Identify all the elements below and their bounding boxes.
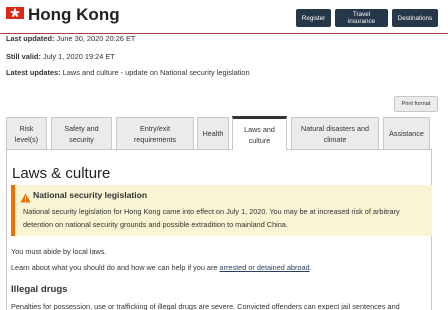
tab-label-line1: Laws and: [244, 124, 275, 134]
alert-box: National security legislation National s…: [11, 185, 432, 236]
tab-assistance[interactable]: Assistance: [383, 117, 430, 149]
still-valid-label: Still valid:: [6, 52, 41, 61]
alert-body: National security legislation for Hong K…: [23, 206, 428, 231]
tab-label-line2: climate: [323, 134, 347, 144]
tab-risk-levels[interactable]: Risk level(s): [6, 117, 47, 149]
latest-updates-value: Laws and culture - update on National se…: [62, 68, 250, 77]
last-updated-value: June 30, 2020 20:26 ET: [56, 34, 136, 43]
section-title: Laws & culture: [12, 165, 111, 182]
latest-updates-label: Latest updates:: [6, 68, 61, 77]
abide-laws-text: You must abide by local laws.: [11, 247, 107, 256]
tab-label: Health: [202, 129, 224, 138]
alert-body-line2: detention on national security grounds a…: [23, 219, 288, 229]
illegal-drugs-heading: Illegal drugs: [11, 284, 68, 295]
last-updated: Last updated: June 30, 2020 20:26 ET: [6, 34, 135, 43]
learn-more-text: Learn about what you should do and how w…: [11, 263, 312, 272]
still-valid-value: July 1, 2020 19:24 ET: [42, 52, 115, 61]
tab-entry-exit[interactable]: Entry/exit requirements: [116, 117, 194, 149]
tab-label-line1: Entry/exit: [140, 123, 170, 133]
tab-label-line1: Safety and: [64, 123, 99, 133]
tab-laws-culture[interactable]: Laws and culture: [232, 116, 287, 150]
hong-kong-flag-icon: [6, 7, 24, 19]
tab-label-line2: requirements: [134, 134, 176, 144]
travel-insurance-button[interactable]: Travel insurance: [335, 9, 388, 27]
still-valid: Still valid: July 1, 2020 19:24 ET: [6, 52, 115, 61]
tab-natural-disasters[interactable]: Natural disasters and climate: [291, 117, 379, 149]
illegal-drugs-text: Penalties for possession, use or traffic…: [11, 302, 400, 310]
print-format-button[interactable]: Print format: [394, 96, 438, 112]
register-button[interactable]: Register: [296, 9, 331, 27]
tab-label-line2: culture: [248, 135, 271, 145]
destinations-button[interactable]: Destinations: [392, 9, 438, 27]
page-header: Hong Kong Register Travel insurance Dest…: [0, 0, 448, 33]
learn-more-prefix: Learn about what you should do and how w…: [11, 263, 220, 272]
tab-label: Assistance: [389, 129, 424, 138]
latest-updates: Latest updates: Laws and culture - updat…: [6, 68, 250, 77]
learn-more-suffix: .: [309, 263, 312, 272]
tab-label-line1: Natural disasters and: [301, 123, 369, 133]
alert-body-line1: National security legislation for Hong K…: [23, 207, 400, 216]
arrested-detained-link[interactable]: arrested or detained abroad: [220, 263, 310, 272]
tab-label-line2: security: [69, 134, 94, 144]
page-title: Hong Kong: [28, 5, 120, 24]
last-updated-label: Last updated:: [6, 34, 55, 43]
tab-label-line1: Risk: [19, 123, 34, 133]
tab-label-line2: level(s): [14, 134, 39, 144]
alert-title: National security legislation: [33, 190, 148, 200]
tab-health[interactable]: Health: [197, 117, 229, 149]
tab-safety-security[interactable]: Safety and security: [51, 117, 112, 149]
